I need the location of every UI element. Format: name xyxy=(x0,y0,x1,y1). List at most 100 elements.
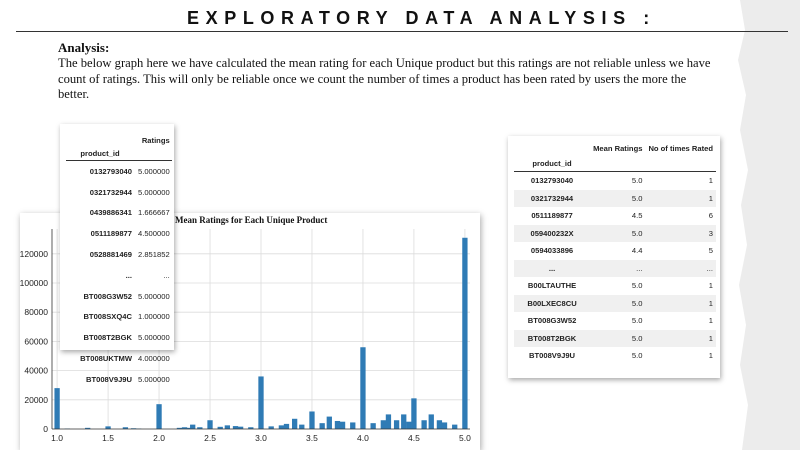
title-divider xyxy=(16,31,788,32)
x-tick-label: 2.0 xyxy=(153,433,165,443)
ratings-count-table: Mean Ratings No of times Rated product_i… xyxy=(508,136,720,378)
column-header-mean: Mean Ratings xyxy=(593,144,643,153)
histogram-bar xyxy=(278,425,285,429)
row-mean-rating: ... xyxy=(590,259,646,277)
table-row: ......... xyxy=(514,259,716,277)
row-product-id: 0132793040 xyxy=(530,176,574,186)
column-header-count: No of times Rated xyxy=(648,144,713,153)
chart-title: Mean Ratings for Each Unique Product xyxy=(175,215,327,225)
row-product-id: BT008T2BGK xyxy=(83,333,132,343)
row-product-id: BT008G3W52 xyxy=(83,291,132,301)
histogram-bar xyxy=(258,376,264,429)
row-mean-rating: 4.5 xyxy=(631,211,643,221)
row-mean-rating: 4.4 xyxy=(631,246,643,256)
row-product-id: 0511189877 xyxy=(90,229,132,239)
row-rating-count: 1 xyxy=(708,176,713,186)
row-product-id: BT008UKTMW xyxy=(80,354,132,364)
row-product-id: ... xyxy=(514,259,591,277)
row-rating-value: 4.500000 xyxy=(138,229,170,239)
row-rating-value: 5.000000 xyxy=(138,333,170,343)
row-mean-rating: 5.0 xyxy=(631,316,643,326)
row-product-id: 059400232X xyxy=(514,224,591,242)
row-rating-value: 1.666667 xyxy=(138,208,170,218)
row-rating-count: 1 xyxy=(708,316,713,326)
table-row: 0321732944 5.0 1 xyxy=(514,189,716,207)
row-product-id: B00LXEC8CU xyxy=(514,294,591,312)
histogram-bar xyxy=(334,420,341,429)
y-tick-label: 80000 xyxy=(24,307,48,317)
histogram-bar xyxy=(232,426,239,429)
analysis-text: The below graph here we have calculated … xyxy=(58,56,711,101)
y-tick-label: 40000 xyxy=(24,366,48,376)
row-rating-count: 5 xyxy=(708,246,713,256)
row-rating-count: ... xyxy=(645,259,716,277)
histogram-bar xyxy=(339,421,346,429)
row-product-id: 0439886341 xyxy=(89,208,132,218)
table-row: B00LXEC8CU 5.0 1 xyxy=(514,294,716,312)
table-row: 0132793040 5.0 1 xyxy=(514,172,716,190)
row-mean-rating: 5.0 xyxy=(631,351,643,361)
row-mean-rating: 5.0 xyxy=(590,329,646,347)
histogram-bar xyxy=(380,420,386,429)
table-row: 0511189877 4.500000 xyxy=(66,223,172,244)
row-rating-count: 1 xyxy=(645,189,716,207)
y-tick-label: 60000 xyxy=(24,336,48,346)
histogram-bar xyxy=(309,411,315,429)
x-tick-label: 5.0 xyxy=(459,433,471,443)
x-tick-label: 1.5 xyxy=(102,433,114,443)
index-name: product_id xyxy=(80,149,120,158)
x-tick-label: 4.5 xyxy=(408,433,420,443)
row-product-id: 0321732944 xyxy=(89,187,132,197)
analysis-heading: Analysis: xyxy=(58,40,110,55)
y-tick-label: 120000 xyxy=(20,249,48,259)
row-rating-count: 6 xyxy=(708,211,713,221)
histogram-bar xyxy=(156,404,162,429)
histogram-bar xyxy=(436,420,443,429)
table-row: 0511189877 4.5 6 xyxy=(514,207,716,225)
histogram-bar xyxy=(385,414,392,429)
table-row: BT008V9J9U 5.000000 xyxy=(66,369,172,390)
index-name: product_id xyxy=(532,159,572,168)
row-rating-value: 5.000000 xyxy=(138,166,170,176)
table-row: 0132793040 5.000000 xyxy=(66,161,172,182)
row-product-id: 0321732944 xyxy=(514,189,591,207)
row-product-id: 0132793040 xyxy=(89,166,132,176)
histogram-bar xyxy=(299,424,305,429)
histogram-bar xyxy=(360,347,366,429)
x-tick-label: 1.0 xyxy=(51,433,63,443)
table-row: 0528881469 2.851852 xyxy=(66,244,172,265)
row-product-id: BT008SXQ4C xyxy=(83,312,132,322)
row-mean-rating: 5.0 xyxy=(631,281,643,291)
histogram-bar xyxy=(401,414,407,429)
table-row: B00LTAUTHE 5.0 1 xyxy=(514,277,716,295)
histogram-bar xyxy=(326,416,332,429)
histogram-bar xyxy=(207,420,213,429)
table-row: BT008T2BGK 5.000000 xyxy=(66,327,172,348)
histogram-bar xyxy=(421,420,427,429)
table-row: ...... xyxy=(66,265,172,286)
histogram-bar xyxy=(319,423,325,429)
mean-ratings-table: Ratings product_id 0132793040 5.000000 032… xyxy=(60,124,174,384)
histogram-bar xyxy=(190,424,196,429)
row-rating-count: 1 xyxy=(708,351,713,361)
histogram-bar xyxy=(441,422,448,429)
row-rating-count: 1 xyxy=(645,329,716,347)
table-row: BT008T2BGK 5.0 1 xyxy=(514,329,716,347)
row-rating-value: 5.000000 xyxy=(138,291,170,301)
histogram-bar xyxy=(370,423,376,429)
table-row: BT008G3W52 5.000000 xyxy=(66,286,172,307)
row-rating-value: 2.851852 xyxy=(138,250,170,260)
histogram-bar xyxy=(54,388,60,429)
table-row: 0439886341 1.666667 xyxy=(66,203,172,224)
histogram-bar xyxy=(452,424,458,429)
histogram-bar xyxy=(411,398,417,429)
table-row: BT008SXQ4C 1.000000 xyxy=(66,307,172,328)
row-product-id: ... xyxy=(125,270,132,280)
x-tick-label: 3.5 xyxy=(306,433,318,443)
histogram-bar xyxy=(406,421,412,429)
row-mean-rating: 5.0 xyxy=(590,189,646,207)
histogram-bar xyxy=(224,425,231,429)
table-row: BT008UKTMW 4.000000 xyxy=(66,348,172,369)
y-tick-label: 0 xyxy=(43,424,48,434)
table-row: BT008V9J9U 5.0 1 xyxy=(514,347,716,365)
